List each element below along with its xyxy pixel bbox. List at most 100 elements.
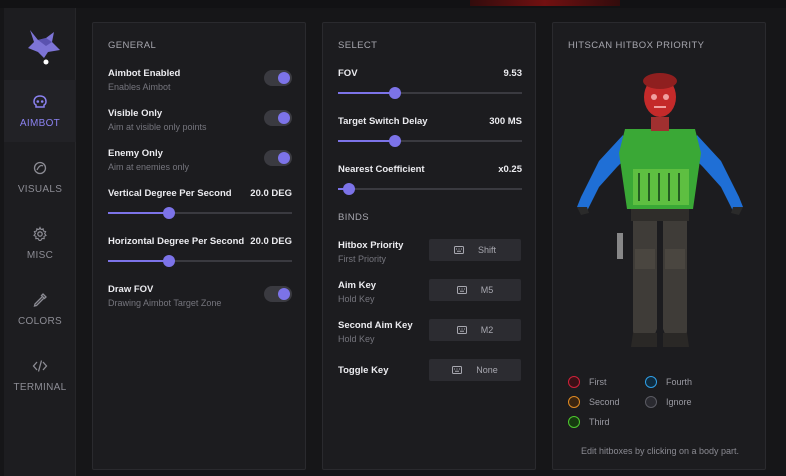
legend-label: Fourth: [666, 377, 693, 387]
target-switch-delay-slider[interactable]: [338, 135, 522, 147]
key-label: Shift: [477, 245, 496, 255]
hitbox-footnote: Edit hitboxes by clicking on a body part…: [580, 446, 740, 456]
fov-row: FOV 9.53: [338, 68, 523, 99]
boots: [631, 333, 689, 347]
keyboard-icon: [456, 326, 467, 334]
sidebar-item-terminal[interactable]: TERMINAL: [4, 344, 76, 406]
legend-label: First: [589, 377, 607, 387]
setting-subtitle: Aim at enemies only: [108, 162, 190, 172]
sidebar-item-aimbot[interactable]: AIMBOT: [4, 80, 76, 142]
legend-third: Third: [568, 416, 610, 428]
enemy-only-toggle[interactable]: [264, 150, 292, 166]
aimbot-enabled-toggle[interactable]: [264, 70, 292, 86]
setting-value: 20.0 DEG: [250, 236, 292, 247]
key-label: None: [476, 365, 498, 375]
code-icon: [32, 359, 48, 372]
horizontal-degree-slider[interactable]: [108, 255, 292, 267]
hitbox-priority-key-button[interactable]: Shift: [429, 239, 521, 261]
fov-slider[interactable]: [338, 87, 522, 99]
sidebar-item-visuals[interactable]: VISUALS: [4, 146, 76, 208]
legend-dot: [568, 396, 580, 408]
slider-thumb[interactable]: [343, 183, 355, 195]
horizontal-degree-row: Horizontal Degree Per Second 20.0 DEG: [108, 236, 292, 267]
setting-value: x0.25: [498, 164, 522, 175]
sidebar-item-label: COLORS: [17, 315, 63, 327]
hitbox-legs[interactable]: [633, 219, 687, 343]
draw-fov-toggle[interactable]: [264, 286, 292, 302]
gear-icon: [33, 225, 47, 241]
vest-plate: [633, 169, 689, 205]
panel-title: HITSCAN HITBOX PRIORITY: [568, 40, 705, 51]
visible-only-toggle[interactable]: [264, 110, 292, 126]
setting-subtitle: Aim at visible only points: [108, 122, 207, 132]
select-panel: SELECT FOV 9.53 Target Switch Delay 300 …: [322, 22, 536, 470]
holster: [617, 233, 623, 259]
key-label: M2: [480, 325, 494, 335]
legend-second: Second: [568, 396, 620, 408]
setting-value: 9.53: [503, 68, 523, 79]
nearest-coefficient-row: Nearest Coefficient x0.25: [338, 164, 522, 195]
setting-subtitle: Enables Aimbot: [108, 82, 171, 92]
eye: [651, 94, 657, 100]
legend-dot: [645, 396, 657, 408]
setting-subtitle: Drawing Aimbot Target Zone: [108, 298, 222, 308]
slider-thumb[interactable]: [163, 207, 175, 219]
eye: [663, 94, 669, 100]
slider-fill: [338, 92, 395, 94]
setting-title: Nearest Coefficient: [338, 164, 425, 175]
aim-key-button[interactable]: M5: [429, 279, 521, 301]
sidebar-item-label: VISUALS: [17, 183, 63, 195]
target-switch-delay-row: Target Switch Delay 300 MS: [338, 116, 522, 147]
slider-fill: [108, 260, 169, 262]
eyedropper-icon: [33, 292, 47, 307]
slider-thumb[interactable]: [163, 255, 175, 267]
panel-title: GENERAL: [108, 40, 157, 51]
panel-title: SELECT: [338, 40, 378, 51]
legend-first: First: [568, 376, 607, 388]
nearest-coefficient-slider[interactable]: [338, 183, 522, 195]
keyboard-icon: [456, 286, 467, 294]
visible-only-row: Visible Only Aim at visible only points: [108, 108, 292, 132]
visuals-icon: [33, 161, 47, 174]
slider-fill: [338, 140, 395, 142]
hitbox-panel: HITSCAN HITBOX PRIORITY First Fourth Sec…: [552, 22, 766, 470]
legend-label: Second: [589, 397, 620, 407]
vertical-degree-slider[interactable]: [108, 207, 292, 219]
sidebar-item-label: MISC: [26, 249, 54, 261]
legend-dot: [645, 376, 657, 388]
left-hand: [577, 207, 589, 215]
aimbot-enabled-row: Aimbot Enabled Enables Aimbot: [108, 68, 292, 92]
wolf-logo: [24, 26, 64, 66]
skull-icon: [33, 94, 47, 108]
general-panel: GENERAL Aimbot Enabled Enables Aimbot Vi…: [92, 22, 306, 470]
keyboard-icon: [452, 366, 463, 374]
sidebar-item-misc[interactable]: MISC: [4, 212, 76, 274]
draw-fov-row: Draw FOV Drawing Aimbot Target Zone: [108, 284, 292, 308]
sidebar-item-label: AIMBOT: [19, 117, 61, 129]
vertical-degree-row: Vertical Degree Per Second 20.0 DEG: [108, 188, 292, 219]
legend-ignore: Ignore: [645, 396, 692, 408]
sidebar-item-label: TERMINAL: [13, 381, 67, 393]
legend-dot: [568, 416, 580, 428]
toggle-key-button[interactable]: None: [429, 359, 521, 381]
slider-thumb[interactable]: [389, 135, 401, 147]
slider-fill: [108, 212, 169, 214]
slider-thumb[interactable]: [389, 87, 401, 99]
setting-value: 20.0 DEG: [250, 188, 292, 199]
setting-value: 300 MS: [489, 116, 522, 127]
key-label: M5: [480, 285, 494, 295]
enemy-only-row: Enemy Only Aim at enemies only: [108, 148, 292, 172]
keyboard-icon: [453, 246, 464, 254]
toggle-knob: [278, 72, 290, 84]
helmet: [643, 73, 677, 89]
top-strip-accent: [470, 0, 620, 6]
toggle-knob: [278, 112, 290, 124]
toggle-knob: [278, 288, 290, 300]
neck: [651, 117, 669, 131]
toggle-knob: [278, 152, 290, 164]
sidebar-item-colors[interactable]: COLORS: [4, 278, 76, 340]
legend-dot: [568, 376, 580, 388]
right-hand: [731, 207, 743, 215]
second-aim-key-button[interactable]: M2: [429, 319, 521, 341]
character-model: [577, 73, 743, 347]
